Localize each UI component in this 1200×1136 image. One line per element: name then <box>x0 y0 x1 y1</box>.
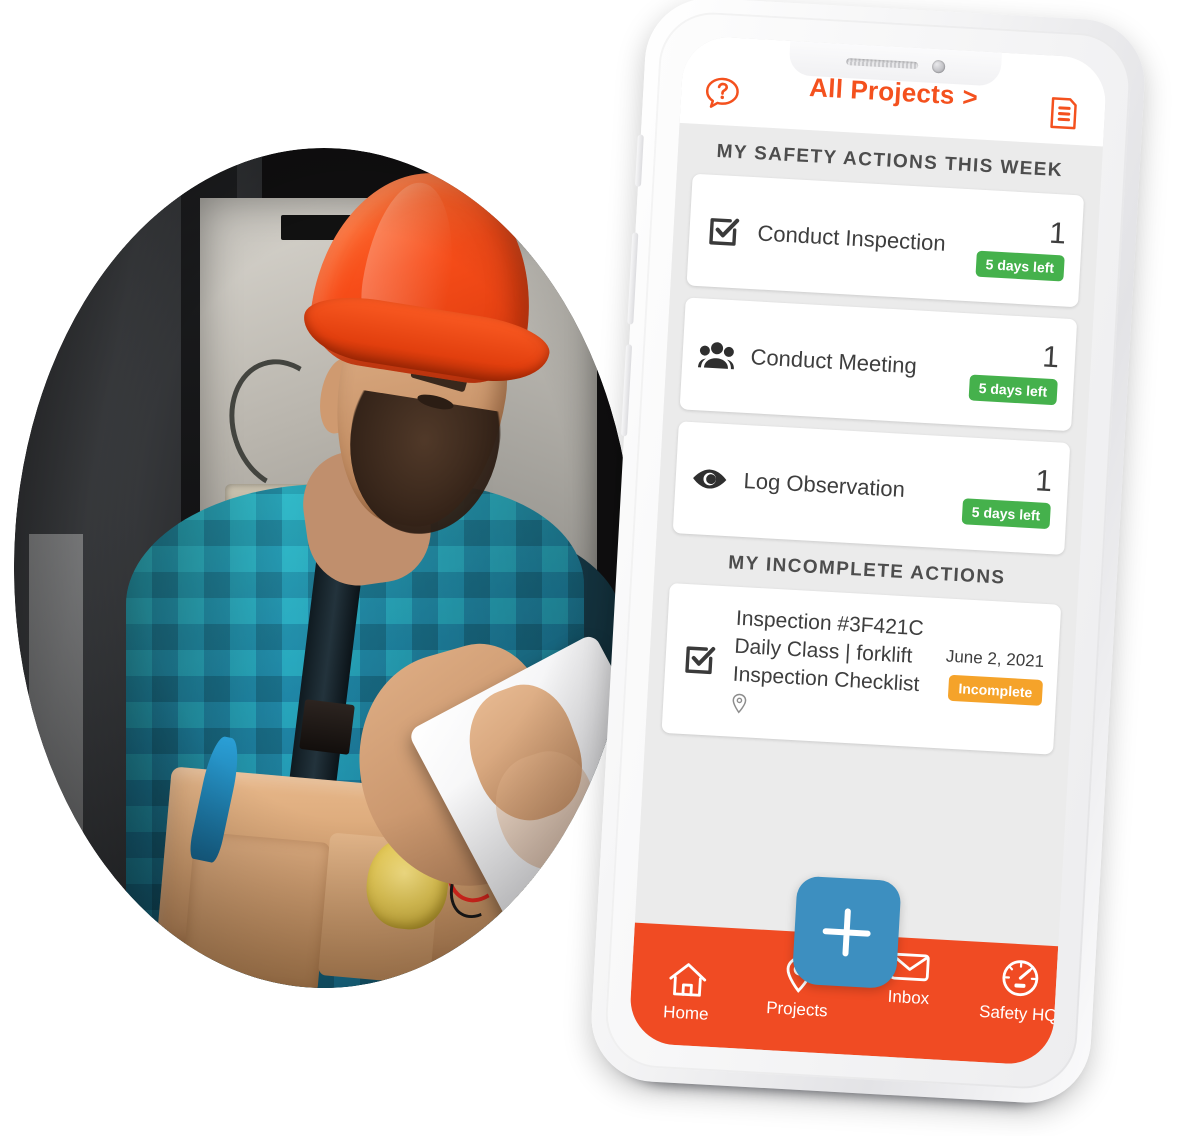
incomplete-action-details: Inspection #3F421C Daily Class | forklif… <box>730 605 948 730</box>
status-badge: 5 days left <box>974 250 1065 282</box>
safety-action-count: 1 <box>1034 464 1054 499</box>
nav-label-inbox: Inbox <box>887 986 930 1009</box>
phone-volume-down-button[interactable] <box>621 344 633 437</box>
nav-item-safety-hq[interactable]: Safety HQ <box>972 956 1068 1027</box>
home-icon <box>669 963 707 997</box>
safety-action-card[interactable]: Conduct Inspection 1 5 days left <box>686 173 1085 308</box>
speedometer-gauge-icon <box>1002 960 1039 997</box>
phone-silent-switch[interactable] <box>634 134 644 187</box>
add-button[interactable] <box>791 875 902 990</box>
phone-body: All Projects > MY SAFETY ACTIONS THIS WE… <box>588 0 1148 1107</box>
safety-actions-list: Conduct Inspection 1 5 days left Conduct… <box>657 173 1100 556</box>
earpiece-speaker <box>845 57 918 69</box>
incomplete-action-card[interactable]: Inspection #3F421C Daily Class | forklif… <box>661 582 1062 755</box>
safety-action-meta: 1 5 days left <box>961 462 1054 530</box>
status-badge: 5 days left <box>968 374 1058 406</box>
nav-label-home: Home <box>662 1002 710 1024</box>
worker-photo <box>14 148 634 988</box>
safety-action-card[interactable]: Conduct Meeting 1 5 days left <box>679 297 1078 432</box>
worker-photo-image <box>14 148 634 988</box>
safety-action-count: 1 <box>1048 216 1067 251</box>
checkbox-check-icon <box>703 213 745 249</box>
people-group-icon <box>696 339 738 371</box>
document-list-icon[interactable] <box>1044 93 1084 133</box>
nav-item-home[interactable]: Home <box>639 937 736 1026</box>
plus-icon <box>822 908 871 957</box>
photo-vignette <box>14 148 634 988</box>
safety-action-count: 1 <box>1041 340 1060 375</box>
help-question-bubble-icon[interactable] <box>702 74 742 114</box>
nav-label-projects: Projects <box>765 998 829 1021</box>
status-badge: 5 days left <box>961 498 1051 530</box>
incomplete-action-date: June 2, 2021 <box>945 646 1045 671</box>
front-camera <box>931 59 945 74</box>
safety-action-label: Conduct Inspection <box>756 220 947 256</box>
chevron-right-icon: > <box>961 81 979 112</box>
phone-bezel: All Projects > MY SAFETY ACTIONS THIS WE… <box>602 9 1134 1092</box>
bottom-navigation-bar: Home Projects Inbox Safety HQ <box>628 875 1059 1067</box>
app-container: All Projects > MY SAFETY ACTIONS THIS WE… <box>628 34 1108 1067</box>
safety-action-meta: 1 5 days left <box>974 215 1067 282</box>
eye-icon <box>689 466 730 492</box>
nav-label-safety-hq: Safety HQ <box>978 1001 1059 1026</box>
phone-volume-up-button[interactable] <box>627 232 639 325</box>
safety-action-card[interactable]: Log Observation 1 5 days left <box>672 421 1071 555</box>
safety-action-label: Conduct Meeting <box>749 344 918 379</box>
safety-action-label: Log Observation <box>743 467 906 502</box>
checkbox-check-icon <box>679 642 721 678</box>
safety-action-meta: 1 5 days left <box>968 338 1060 406</box>
status-badge: Incomplete <box>947 674 1044 706</box>
incomplete-action-meta: June 2, 2021 Incomplete <box>943 646 1045 706</box>
phone-mockup: All Projects > MY SAFETY ACTIONS THIS WE… <box>588 0 1148 1107</box>
phone-screen: All Projects > MY SAFETY ACTIONS THIS WE… <box>628 34 1108 1067</box>
screenshot-stage: All Projects > MY SAFETY ACTIONS THIS WE… <box>0 0 1200 1136</box>
